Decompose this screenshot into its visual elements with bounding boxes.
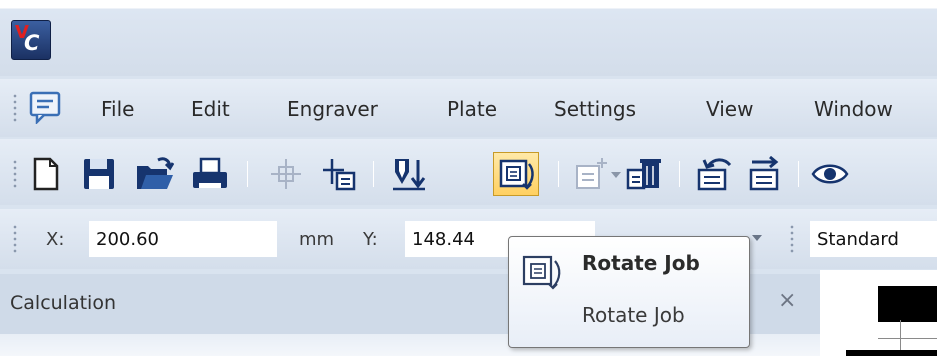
canvas-plate-preview (878, 286, 937, 322)
preview-eye-icon[interactable] (810, 156, 850, 192)
delete-object-icon[interactable] (624, 156, 664, 192)
save-icon[interactable] (78, 156, 118, 192)
x-unit-label: mm (299, 229, 335, 250)
engrave-down-icon[interactable] (388, 156, 428, 192)
menu-plate[interactable]: Plate (447, 95, 497, 123)
snap-grid-icon[interactable] (266, 156, 306, 192)
canvas-edge (846, 350, 937, 356)
new-document-icon[interactable] (26, 156, 66, 192)
toolbar-grip[interactable] (12, 159, 18, 189)
rotate-job-tooltip: Rotate Job Rotate Job (508, 236, 750, 348)
style-select[interactable] (810, 221, 937, 257)
toolbar-separator (247, 161, 248, 187)
menu-engraver[interactable]: Engraver (287, 95, 378, 123)
menu-bar: File Edit Engraver Plate Settings View W… (0, 79, 937, 137)
coordinate-bar: X: mm Y: (0, 209, 937, 269)
tooltip-title: Rotate Job (582, 251, 700, 275)
add-object-dropdown-icon[interactable] (611, 172, 621, 178)
undo-icon[interactable] (694, 156, 734, 192)
canvas-guide-horizontal (878, 338, 937, 339)
toolbar-separator (558, 161, 559, 187)
move-origin-icon[interactable] (320, 156, 360, 192)
main-toolbar (0, 139, 937, 205)
unit-dropdown-icon[interactable] (752, 235, 762, 241)
x-label: X: (46, 229, 65, 250)
redo-icon[interactable] (746, 156, 786, 192)
panel-title: Calculation (10, 292, 116, 314)
rotate-job-icon[interactable] (496, 156, 536, 192)
menu-bar-grip[interactable] (12, 93, 18, 123)
x-coordinate-input[interactable] (89, 221, 277, 257)
vc-app-logo-icon[interactable]: V C (11, 20, 51, 60)
menu-view[interactable]: View (706, 95, 753, 123)
toolbar-separator (373, 161, 374, 187)
close-icon[interactable]: × (778, 288, 796, 313)
coordinate-bar-grip[interactable] (12, 224, 18, 254)
style-bar-grip[interactable] (789, 224, 795, 254)
print-icon[interactable] (190, 156, 230, 192)
menu-edit[interactable]: Edit (191, 95, 230, 123)
y-label: Y: (363, 229, 378, 250)
toolbar-separator (679, 161, 680, 187)
tooltip-description: Rotate Job (582, 303, 685, 327)
menu-settings[interactable]: Settings (554, 95, 636, 123)
title-bar: V C (0, 0, 937, 76)
rotate-job-icon (522, 255, 561, 290)
add-object-icon[interactable] (572, 156, 612, 192)
chat-window-icon[interactable] (28, 90, 64, 124)
toolbar-separator (798, 161, 799, 187)
open-folder-icon[interactable] (134, 156, 174, 192)
menu-file[interactable]: File (101, 95, 134, 123)
menu-window[interactable]: Window (814, 95, 893, 123)
